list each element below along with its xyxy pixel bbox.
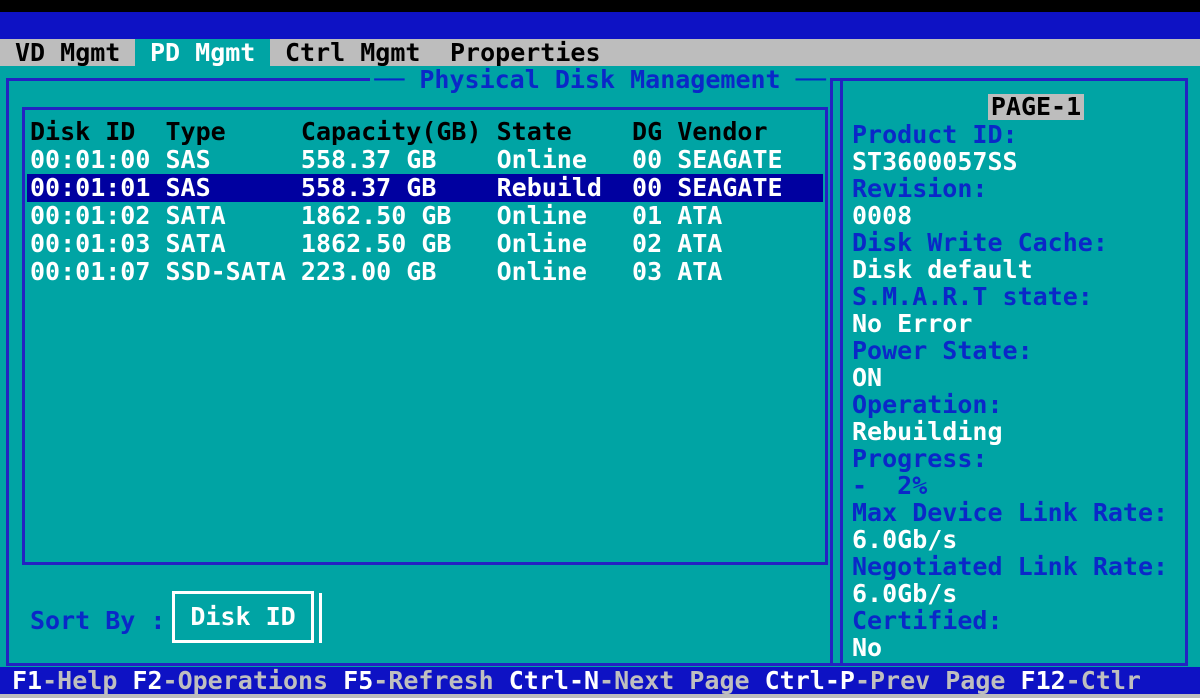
menu-tab-properties[interactable]: Properties (450, 39, 601, 66)
panel-divider-line (840, 78, 843, 666)
panel-divider-line (830, 78, 833, 666)
sort-by-label: Sort By : (30, 607, 165, 634)
detail-value: 0008 (852, 202, 1186, 229)
detail-value: Disk default (852, 256, 1186, 283)
table-row[interactable]: 00:01:00 SAS 558.37 GB Online 00 SEAGATE (27, 146, 823, 174)
sort-by-selector[interactable]: Disk ID (172, 591, 314, 643)
detail-value: ON (852, 364, 1186, 391)
menu-tab-ctrl-mgmt[interactable]: Ctrl Mgmt (285, 39, 420, 66)
menu-tab-pd-mgmt[interactable]: PD Mgmt (135, 39, 270, 66)
detail-label: Revision: (852, 175, 1186, 202)
table-row[interactable]: 00:01:07 SSD-SATA 223.00 GB Online 03 AT… (27, 258, 823, 286)
detail-value: - 2% (852, 472, 1186, 499)
detail-label: Progress: (852, 445, 1186, 472)
function-key-bar: F1-Help F2-Operations F5-Refresh Ctrl-N-… (0, 667, 1200, 694)
table-header-row: Disk ID Type Capacity(GB) State DG Vendo… (27, 118, 823, 146)
menu-bar: VD Mgmt PD Mgmt Ctrl Mgmt Properties (0, 39, 1200, 66)
fkey-desc: -Help (42, 666, 132, 695)
fkey-f2: F2 (132, 666, 162, 695)
detail-value: Rebuilding (852, 418, 1186, 445)
detail-label: Power State: (852, 337, 1186, 364)
fkey-desc: -Operations (163, 666, 344, 695)
bottom-gray-strip (0, 694, 1200, 698)
detail-label: Operation: (852, 391, 1186, 418)
detail-label: Negotiated Link Rate: (852, 553, 1186, 580)
detail-label: S.M.A.R.T state: (852, 283, 1186, 310)
detail-label: Certified: (852, 607, 1186, 634)
fkey-desc: -Next Page (599, 666, 765, 695)
fkey-desc: -Prev Page (855, 666, 1021, 695)
panel-title: ── Physical Disk Management ── (370, 66, 830, 93)
detail-label: Disk Write Cache: (852, 229, 1186, 256)
detail-value: No Error (852, 310, 1186, 337)
top-black-strip (0, 0, 1200, 12)
disk-table: Disk ID Type Capacity(GB) State DG Vendo… (27, 118, 823, 286)
table-row[interactable]: 00:01:02 SATA 1862.50 GB Online 01 ATA (27, 202, 823, 230)
fkey-f1: F1 (12, 666, 42, 695)
panel-title-wrap: ── Physical Disk Management ── (0, 65, 1200, 92)
disk-details-panel: Product ID:ST3600057SSRevision:0008Disk … (852, 121, 1186, 661)
fkey-desc: -Ctlr (1066, 666, 1141, 695)
detail-value: 6.0Gb/s (852, 526, 1186, 553)
fkey-f5: F5 (343, 666, 373, 695)
detail-label: Product ID: (852, 121, 1186, 148)
table-row[interactable]: 00:01:03 SATA 1862.50 GB Online 02 ATA (27, 230, 823, 258)
fkey-ctrl-n: Ctrl-N (509, 666, 599, 695)
fkey-desc: -Refresh (373, 666, 508, 695)
bios-screen: PERC H310 Mini BIOS Configuration Utilit… (0, 0, 1200, 698)
sort-box-shadow (319, 593, 322, 643)
detail-value: ST3600057SS (852, 148, 1186, 175)
fkey-f12: F12 (1021, 666, 1066, 695)
fkey-ctrl-p: Ctrl-P (765, 666, 855, 695)
menu-tab-vd-mgmt[interactable]: VD Mgmt (15, 39, 120, 66)
app-title-bar: PERC H310 Mini BIOS Configuration Utilit… (0, 12, 1200, 39)
page-badge: PAGE-1 (988, 94, 1084, 120)
table-row[interactable]: 00:01:01 SAS 558.37 GB Rebuild 00 SEAGAT… (27, 174, 823, 202)
detail-value: 6.0Gb/s (852, 580, 1186, 607)
detail-value: No (852, 634, 1186, 661)
detail-label: Max Device Link Rate: (852, 499, 1186, 526)
